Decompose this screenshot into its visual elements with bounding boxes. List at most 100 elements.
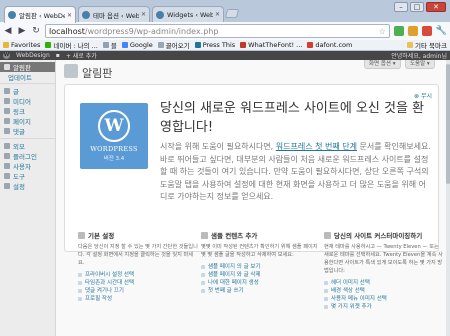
- admin-sidebar: 알림판 업데이트 글 미디어 링크 페이지 댓글 외모 플러그인 사용자 도구 …: [0, 60, 56, 336]
- bullet-icon: [78, 281, 82, 285]
- link-label: 사용자 메뉴 이미지 선택: [331, 296, 387, 302]
- back-icon[interactable]: ◀: [3, 26, 13, 36]
- sidebar-item-comments[interactable]: 댓글: [0, 126, 55, 136]
- new-tab-button[interactable]: [224, 9, 240, 18]
- sidebar-item-links[interactable]: 링크: [0, 106, 55, 116]
- bookmark-blog[interactable]: 블: [102, 40, 117, 50]
- wp-admin-body: 알림판 업데이트 글 미디어 링크 페이지 댓글 외모 플러그인 사용자 도구 …: [0, 60, 446, 336]
- bookmark-google[interactable]: Google: [121, 41, 153, 49]
- naver-icon: [45, 42, 52, 48]
- logo-version: 버전 3.4: [103, 156, 125, 162]
- sidebar-item-tools[interactable]: 도구: [0, 171, 55, 181]
- address-bar[interactable]: localhost/wordpress9/wp-admin/index.php …: [45, 24, 390, 38]
- sidebar-group-settings: 외모 플러그인 사용자 도구 설정: [0, 139, 55, 193]
- column-links: 프라이버시 설정 선택 타임존과 시간대 선택 댓글 켜기나 끄기 프로필 작성: [78, 271, 198, 303]
- wordpress-logo-icon[interactable]: W: [3, 52, 10, 59]
- tab-theme-options[interactable]: 테마 옵션 ‹ WebDe ✕: [78, 6, 150, 22]
- sidebar-item-label: 도구: [13, 173, 25, 181]
- maximize-button[interactable]: □: [410, 2, 424, 12]
- bookmark-naver[interactable]: 네이버 : 나의 ...: [45, 40, 98, 50]
- bookmark-label: 기타 북마크: [415, 42, 447, 50]
- settings-icon: [4, 183, 10, 189]
- link-label: 배경 색상 선택: [331, 288, 365, 294]
- link-privacy[interactable]: 프라이버시 설정 선택: [78, 271, 198, 279]
- welcome-title: 당신의 새로운 워드프레스 사이트에 오신 것을 환영합니다!: [160, 101, 424, 135]
- bookmark-whatthefont[interactable]: WhatTheFont! ...: [240, 41, 302, 49]
- url-path: /wordpress9/wp-admin/index.php: [84, 26, 219, 36]
- column-basic-settings: 기본 설정 다음은 당신이 지정 할 수 있는 몇 가지 간단한 것들입니다. …: [78, 230, 198, 336]
- first-steps-link[interactable]: 워드프레스 첫 번째 단계: [276, 142, 357, 151]
- close-tab-icon[interactable]: ✕: [141, 11, 146, 18]
- bookmark-star-icon[interactable]: ☆: [379, 27, 386, 36]
- screen-options-button[interactable]: 화면 옵션 ▾: [364, 60, 401, 69]
- sidebar-item-label: 플러그인: [13, 153, 37, 161]
- link-label: 첫 번째 글 쓰기: [208, 288, 244, 294]
- link-timezone[interactable]: 타임존과 시간대 선택: [78, 279, 198, 287]
- bookmark-label: 블: [110, 42, 117, 50]
- wordpress-favicon-icon: [8, 11, 16, 19]
- link-delete-sample[interactable]: 샘플 페이지 와 글 삭제: [201, 271, 321, 279]
- appearance-icon: [324, 231, 331, 239]
- admin-bar-new[interactable]: + 새로 추가: [66, 51, 97, 60]
- bullet-icon: [324, 297, 328, 301]
- scrollbar-thumb[interactable]: [446, 64, 450, 184]
- link-about-page[interactable]: 나에 대한 페이지 생성: [201, 279, 321, 287]
- link-label: 타임존과 시간대 선택: [85, 280, 135, 286]
- close-window-button[interactable]: ✕: [426, 2, 446, 12]
- reload-icon[interactable]: ↻: [31, 26, 41, 36]
- link-view-sample[interactable]: 샘플 페이지 의 글 보기: [201, 263, 321, 271]
- bullet-icon: [201, 273, 205, 277]
- bullet-icon: [324, 289, 328, 293]
- link-label: 몇 가지 위젯 추가: [331, 304, 372, 310]
- link-label: 프라이버시 설정 선택: [85, 272, 135, 278]
- sidebar-item-label: 페이지: [13, 118, 31, 126]
- sidebar-item-label: 댓글: [13, 128, 25, 136]
- extension-icon[interactable]: [421, 26, 432, 36]
- sidebar-item-appearance[interactable]: 외모: [0, 141, 55, 151]
- column-customize: 당신의 사이트 커스터마이징하기 현재 테마를 사용하시고 — Twenty E…: [324, 230, 444, 336]
- sidebar-item-settings[interactable]: 설정: [0, 181, 55, 191]
- extension-icon[interactable]: [407, 26, 418, 36]
- sidebar-item-plugins[interactable]: 플러그인: [0, 151, 55, 161]
- link-first-post[interactable]: 첫 번째 글 쓰기: [201, 287, 321, 295]
- link-header-image[interactable]: 헤더 이미지 선택: [324, 279, 444, 287]
- bookmark-press-this[interactable]: Press This: [194, 41, 235, 49]
- link-background-color[interactable]: 배경 색상 선택: [324, 287, 444, 295]
- wrench-icon[interactable]: 🔧: [436, 26, 447, 36]
- page-title: 알림판: [82, 67, 113, 80]
- sidebar-item-users[interactable]: 사용자: [0, 161, 55, 171]
- tab-dashboard[interactable]: 알림판 ‹ WebDesign ✕: [4, 6, 76, 23]
- other-bookmarks[interactable]: 기타 북마크: [407, 40, 447, 50]
- comments-icon[interactable]: ▪: [56, 52, 60, 59]
- sidebar-item-posts[interactable]: 글: [0, 86, 55, 96]
- page-header: 알림판 화면 옵션 ▾ 도움말 ▾: [64, 60, 446, 84]
- sidebar-item-media[interactable]: 미디어: [0, 96, 55, 106]
- sidebar-subitem-updates[interactable]: 업데이트: [0, 72, 55, 82]
- link-add-widgets[interactable]: 몇 가지 위젯 추가: [324, 303, 444, 311]
- link-label: 샘플 페이지 와 글 삭제: [208, 272, 261, 278]
- sidebar-group-dashboard: 알림판 업데이트: [0, 60, 55, 84]
- sidebar-item-dashboard[interactable]: 알림판: [0, 62, 55, 72]
- column-title-text: 샘플 컨텐츠 추가: [211, 232, 258, 240]
- close-tab-icon[interactable]: ✕: [67, 12, 72, 19]
- bookmark-favorites[interactable]: Favorites: [3, 41, 40, 49]
- page-icon: [240, 42, 247, 48]
- bookmark-pull[interactable]: 끌어오기: [157, 40, 190, 50]
- link-comments[interactable]: 댓글 켜기나 끄기: [78, 287, 198, 295]
- bookmark-dafont[interactable]: dafont.com: [307, 41, 352, 49]
- admin-bar-site-name[interactable]: WebDesign: [16, 52, 50, 59]
- tab-widgets[interactable]: Widgets ‹ WebDes ✕: [152, 6, 224, 22]
- minimize-button[interactable]: –: [394, 2, 408, 12]
- sidebar-group-content: 글 미디어 링크 페이지 댓글: [0, 84, 55, 139]
- close-tab-icon[interactable]: ✕: [215, 11, 220, 18]
- page-scrollbar[interactable]: [446, 60, 450, 336]
- link-profile[interactable]: 프로필 작성: [78, 295, 198, 303]
- help-button[interactable]: 도움말 ▾: [405, 60, 435, 69]
- column-title: 기본 설정: [78, 230, 198, 240]
- forward-icon[interactable]: ▶: [17, 26, 27, 36]
- about-text: 시작을 위해 도움이 필요하시다면,: [160, 142, 276, 151]
- admin-bar-greeting[interactable]: 안녕하세요, admin님: [391, 51, 447, 60]
- extension-icon[interactable]: [393, 26, 404, 36]
- link-menu-image[interactable]: 사용자 메뉴 이미지 선택: [324, 295, 444, 303]
- sidebar-item-pages[interactable]: 페이지: [0, 116, 55, 126]
